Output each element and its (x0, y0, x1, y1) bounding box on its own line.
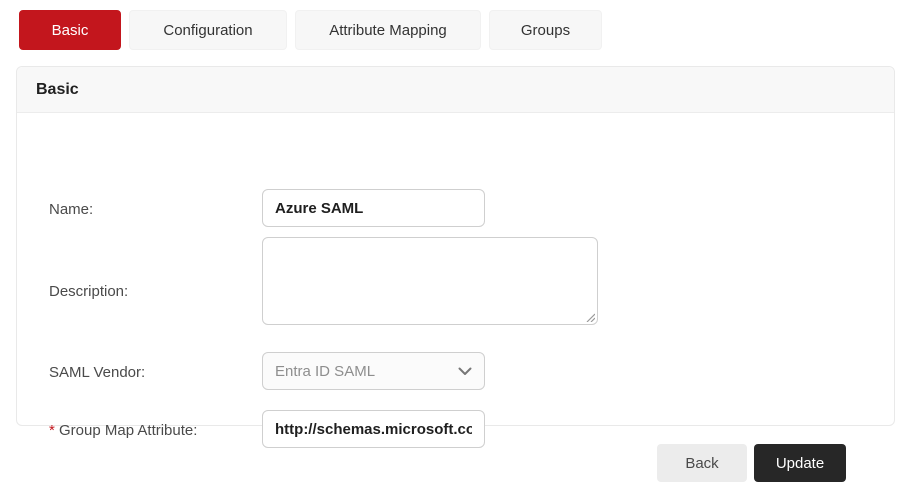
panel-body: Name: Description: SAML Vendor: Entra ID… (17, 113, 894, 426)
tab-groups[interactable]: Groups (489, 10, 602, 50)
panel-title: Basic (36, 81, 79, 99)
tab-basic[interactable]: Basic (19, 10, 121, 50)
basic-settings-panel: Basic Name: Description: SAML Vendor: En… (16, 66, 895, 426)
name-label: Name: (49, 201, 93, 218)
description-field-wrap (262, 237, 598, 325)
description-textarea[interactable] (262, 237, 598, 325)
group-map-attribute-input[interactable] (262, 410, 485, 448)
panel-header: Basic (17, 67, 894, 113)
name-input[interactable] (262, 189, 485, 227)
saml-vendor-label: SAML Vendor: (49, 364, 145, 381)
back-button[interactable]: Back (657, 444, 747, 482)
chevron-down-icon (458, 367, 472, 376)
tab-bar: Basic Configuration Attribute Mapping Gr… (19, 10, 602, 50)
description-label: Description: (49, 283, 128, 300)
required-asterisk: * (49, 422, 55, 439)
tab-attribute-mapping[interactable]: Attribute Mapping (295, 10, 481, 50)
saml-vendor-selected-value: Entra ID SAML (275, 363, 375, 380)
saml-vendor-select[interactable]: Entra ID SAML (262, 352, 485, 390)
tab-configuration[interactable]: Configuration (129, 10, 287, 50)
group-map-attribute-label: * Group Map Attribute: (49, 422, 197, 439)
update-button[interactable]: Update (754, 444, 846, 482)
